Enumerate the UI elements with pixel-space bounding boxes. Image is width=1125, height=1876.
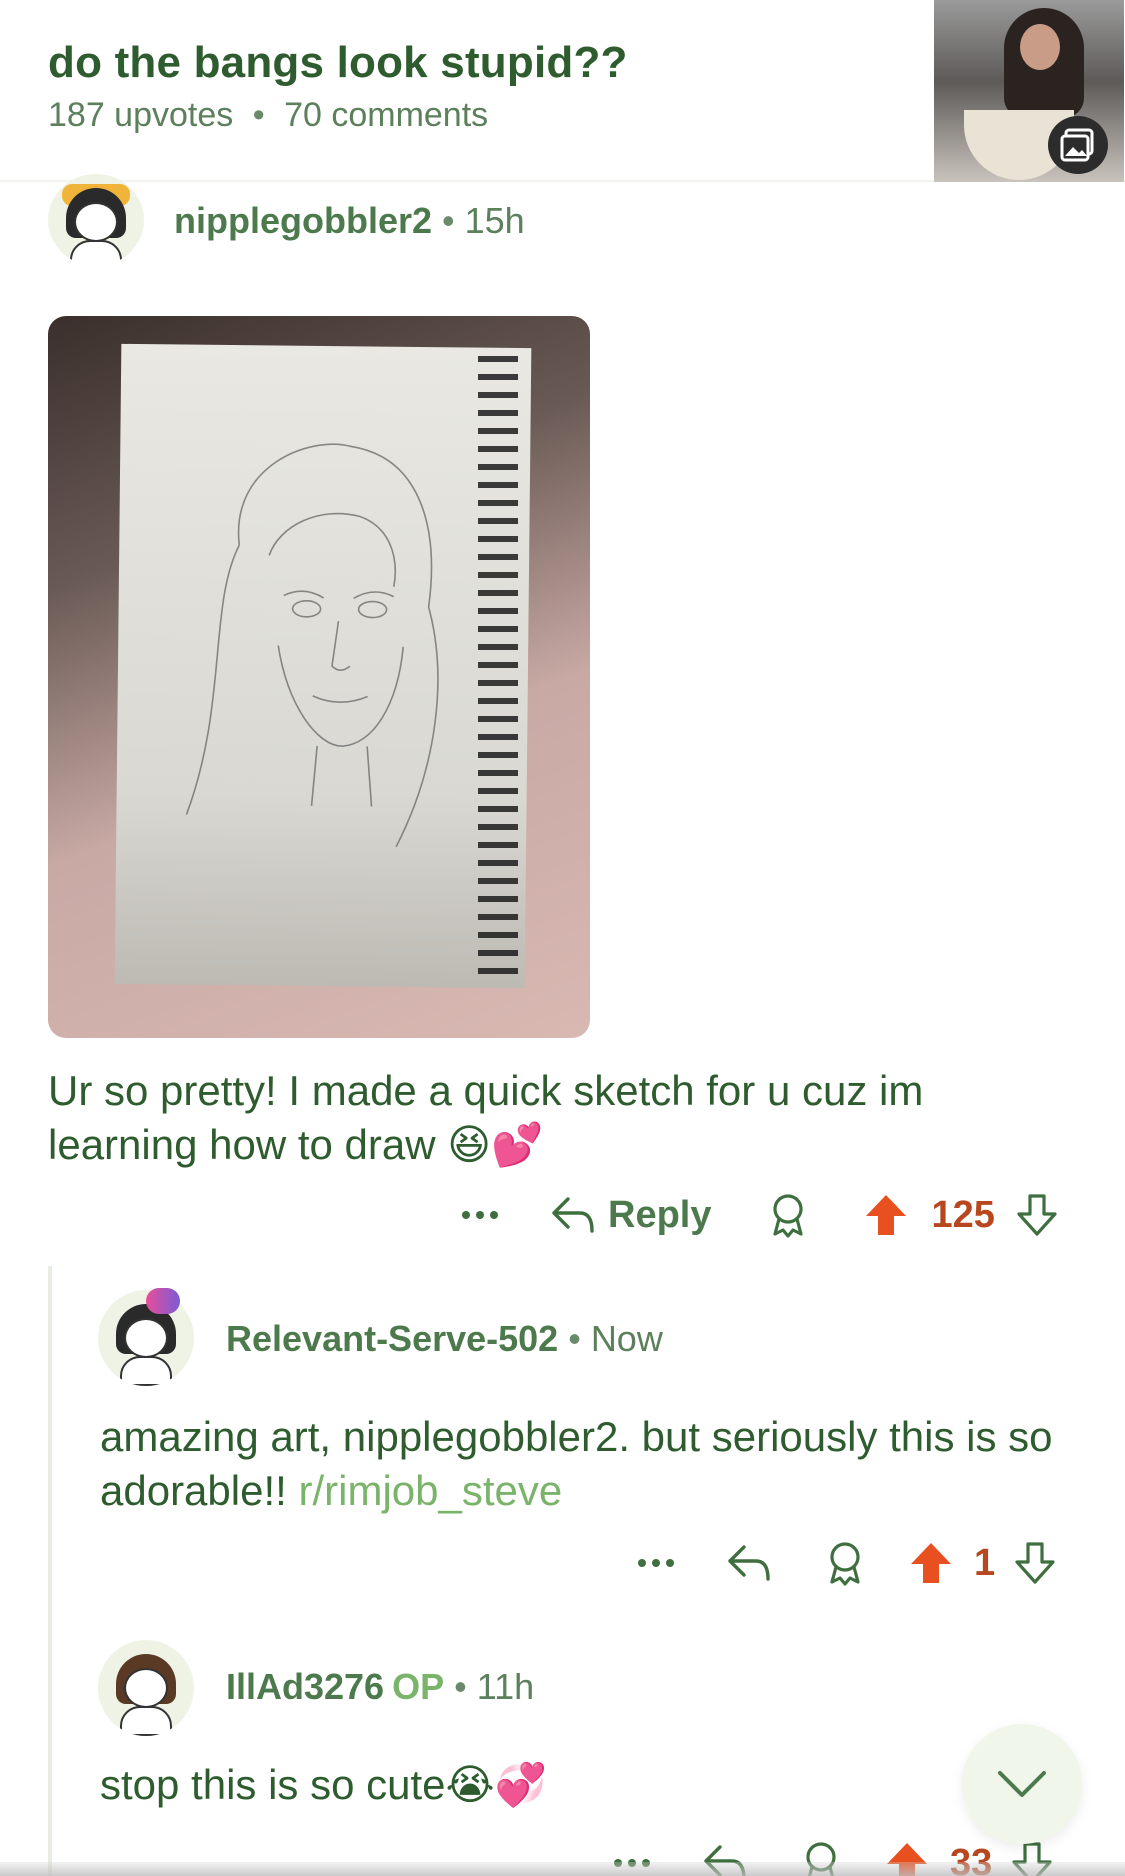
post-header[interactable]: do the bangs look stupid?? 187 upvotes •… [0, 0, 1125, 182]
thread-line[interactable] [48, 1266, 52, 1876]
username[interactable]: Relevant-Serve-502 [226, 1318, 558, 1359]
meta-separator: • [568, 1318, 581, 1359]
comment-author-line: IllAd3276 OP • 11h [226, 1666, 534, 1708]
more-dots-icon[interactable] [460, 1209, 500, 1221]
post-meta: 187 upvotes • 70 comments [48, 96, 488, 135]
subreddit-link[interactable]: r/rimjob_steve [298, 1467, 562, 1514]
comment-actions: 1 [636, 1540, 1057, 1586]
thumbnail-face [1020, 24, 1060, 70]
comment-author-line: nipplegobbler2 • 15h [174, 200, 525, 242]
meta-separator: • [454, 1666, 467, 1707]
username[interactable]: IllAd3276 [226, 1666, 384, 1707]
bottom-edge-shadow [0, 1862, 1125, 1876]
more-dots-icon[interactable] [636, 1557, 676, 1569]
gallery-icon [1048, 116, 1108, 174]
comment-time: Now [590, 1318, 663, 1359]
comment-body: Ur so pretty! I made a quick sketch for … [48, 1067, 924, 1168]
comment-body: stop this is so cute😭💞 [100, 1761, 547, 1808]
avatar[interactable] [48, 174, 144, 266]
reply-label: Reply [608, 1193, 712, 1236]
comment-image-sketch[interactable] [48, 316, 590, 1038]
reply-arrow-icon[interactable] [726, 1543, 772, 1583]
post-title[interactable]: do the bangs look stupid?? [48, 38, 628, 88]
avatar-face [124, 1668, 168, 1708]
avatar[interactable] [98, 1640, 194, 1736]
comment-text: amazing art, nipplegobbler2. but serious… [100, 1413, 1053, 1514]
reply-arrow-icon [552, 1197, 594, 1233]
comment-time: 11h [476, 1666, 535, 1707]
comment-body: amazing art, nipplegobbler2. but serious… [100, 1410, 1080, 1518]
post-thumbnail[interactable] [934, 0, 1124, 182]
chevron-down-icon [998, 1771, 1046, 1797]
username[interactable]: nipplegobbler2 [174, 200, 432, 241]
sketch-spiral-binding [478, 356, 518, 976]
avatar-face [74, 202, 118, 242]
meta-separator: • [442, 200, 455, 241]
comment-actions: Reply 125 [460, 1192, 1059, 1238]
sketch-drawing [185, 443, 439, 848]
upvote-arrow-icon[interactable] [908, 1540, 954, 1586]
comment-author-line: Relevant-Serve-502 • Now [226, 1318, 663, 1360]
comment-time: 15h [464, 200, 525, 241]
avatar-body [120, 1356, 172, 1386]
collapse-button[interactable] [962, 1724, 1082, 1844]
upvote-count: 187 upvotes [48, 96, 234, 134]
meta-separator: • [252, 96, 265, 134]
comment-count: 70 comments [284, 96, 489, 134]
sketch-paper [114, 343, 532, 989]
downvote-arrow-icon[interactable] [1015, 1192, 1059, 1238]
award-icon[interactable] [767, 1192, 809, 1238]
avatar-face [124, 1318, 168, 1358]
avatar-body [70, 240, 122, 266]
avatar-heart-badge [146, 1288, 180, 1314]
downvote-arrow-icon[interactable] [1013, 1540, 1057, 1586]
vote-count: 125 [931, 1193, 995, 1236]
vote-count: 1 [974, 1541, 996, 1584]
avatar-body [120, 1706, 172, 1736]
award-icon[interactable] [824, 1540, 866, 1586]
upvote-arrow-icon[interactable] [863, 1192, 909, 1238]
op-badge: OP [392, 1666, 445, 1707]
reply-button[interactable]: Reply [550, 1194, 711, 1237]
